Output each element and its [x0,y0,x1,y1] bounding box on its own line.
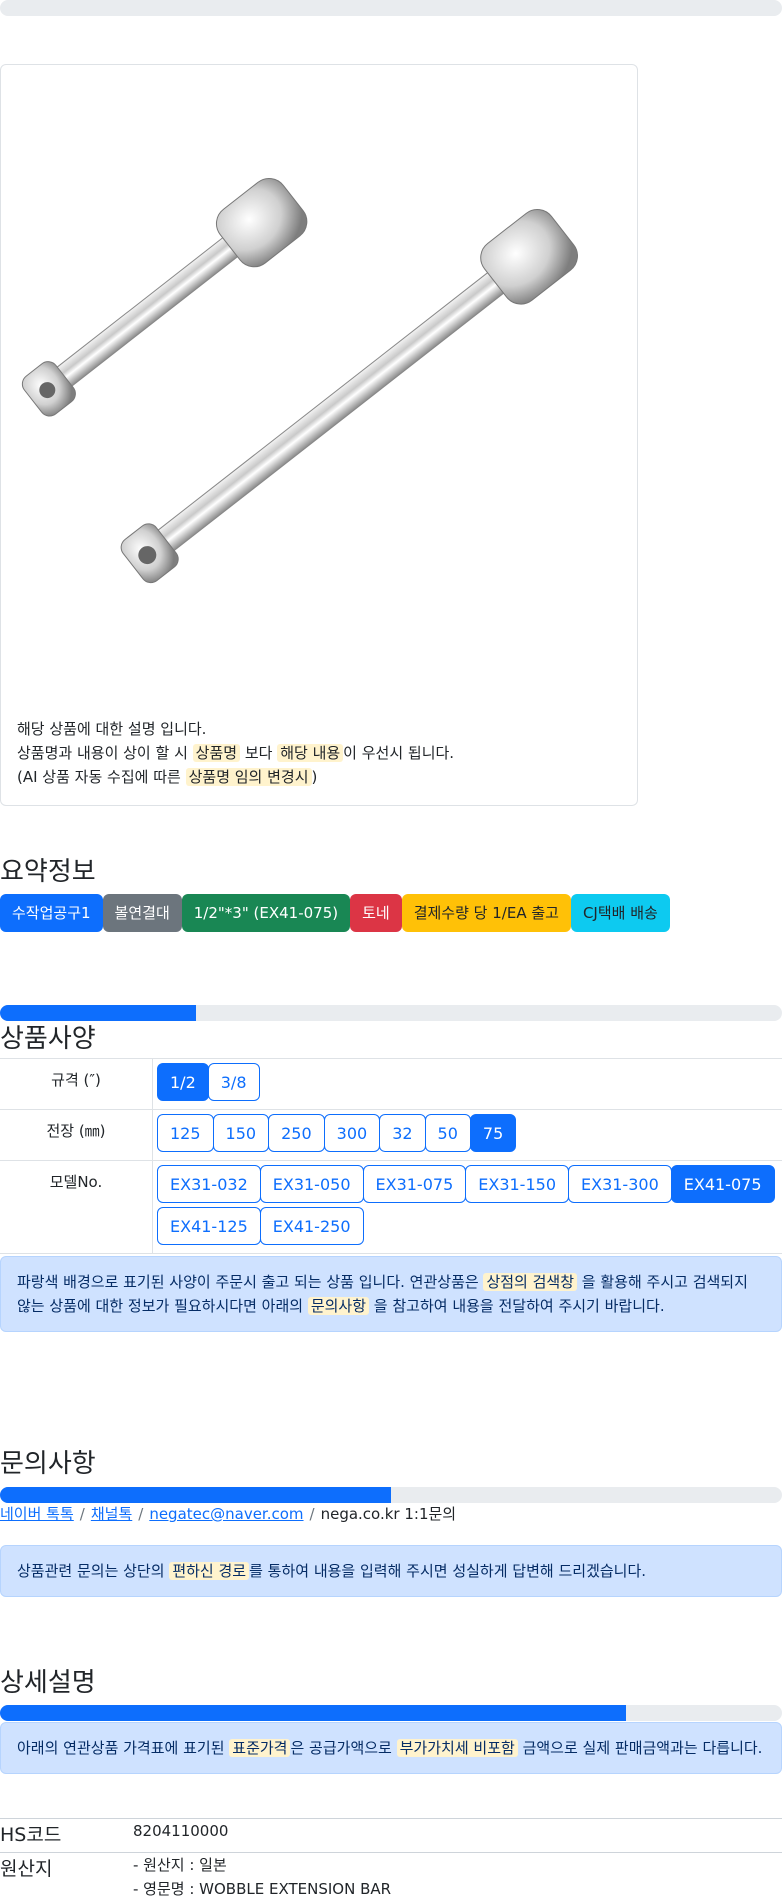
spec-row: 규격 (″) 1/2 3/8 [0,1058,782,1110]
detail-progress [0,1705,782,1721]
origin-country: - 원산지 : 일본 [133,1856,227,1874]
spec-title: 상품사양 [0,1024,96,1054]
spec-option-button[interactable]: EX31-050 [259,1165,364,1203]
spec-option-button[interactable]: 3/8 [207,1063,260,1101]
spec-label: 규격 (″) [0,1058,153,1110]
hs-code-value: 8204110000 [133,1822,229,1840]
origin-english-name: - 영문명 : WOBBLE EXTENSION BAR [133,1880,392,1898]
price-notice: 아래의 연관상품 가격표에 표기된 표준가격 은 공급가액으로 부가가치세 비포함… [0,1722,782,1774]
email-link[interactable]: negatec@naver.com [149,1505,303,1523]
top-progress-bar [0,0,782,16]
product-notice: 해당 상품에 대한 설명 입니다. 상품명과 내용이 상이 할 시 상품명 보다… [17,717,454,789]
spec-option-button[interactable]: EX31-300 [568,1165,672,1203]
spec-option-button[interactable]: EX31-150 [465,1165,569,1203]
hs-code-label: HS코드 [0,1824,62,1846]
summary-badge: CJ택배 배송 [570,894,670,932]
spec-table: 규격 (″) 1/2 3/8 전장 (㎜) 125 150 250 300 32 50 75 모델No… [0,1058,782,1254]
spec-progress [0,1005,782,1021]
detail-title: 상세설명 [0,1668,96,1698]
spec-option-button[interactable]: 125 [157,1114,214,1152]
product-image [21,177,578,584]
spec-option-button[interactable]: 75 [469,1114,517,1152]
summary-badges: 수작업공구1 볼연결대 1/2"*3" (EX41-075) 토네 결제수량 당 1/E… [0,894,670,932]
spec-option-button[interactable]: 300 [323,1114,381,1152]
channel-talk-link[interactable]: 채널톡 [91,1505,132,1523]
spec-option-button[interactable]: 1/2 [157,1063,209,1101]
origin-label: 원산지 [0,1858,53,1880]
spec-label: 모델No. [0,1160,153,1254]
spec-options: 1/2 3/8 [152,1058,782,1110]
spec-option-button[interactable]: 250 [268,1114,325,1152]
inquiry-notice: 상품관련 문의는 상단의 편하신 경로 를 통하여 내용을 입력해 주시면 성실하… [0,1545,782,1597]
spec-option-button[interactable]: 50 [424,1114,471,1152]
spec-option-button[interactable]: 150 [212,1114,270,1152]
inquiry-progress [0,1487,782,1503]
spec-row: 전장 (㎜) 125 150 250 300 32 50 75 [0,1109,782,1161]
spec-options: EX31-032 EX31-050 EX31-075 EX31-150 EX31-300… [152,1160,782,1254]
summary-badge: 결제수량 당 1/EA 출고 [401,894,571,932]
spec-option-button[interactable]: EX31-032 [157,1165,261,1203]
summary-badge: 볼연결대 [102,894,182,932]
spec-option-button[interactable]: EX31-075 [362,1165,467,1203]
spec-label: 전장 (㎜) [0,1109,153,1161]
spec-row: 모델No. EX31-032 EX31-050 EX31-075 EX31-150 EX3… [0,1160,782,1254]
divider [0,1818,782,1819]
notice-line-2: 상품명과 내용이 상이 할 시 상품명 보다 해당 내용 이 우선시 됩니다. [17,744,455,762]
summary-badge: 1/2"*3" (EX41-075) [181,894,351,932]
contact-links: 네이버 톡톡 / 채널톡 / negatec@naver.com / nega.co.kr … [0,1505,457,1523]
inquiry-title: 문의사항 [0,1449,96,1479]
spec-option-button[interactable]: EX41-250 [259,1207,364,1245]
spec-options: 125 150 250 300 32 50 75 [152,1109,782,1161]
summary-badge: 토네 [350,894,402,932]
one-to-one-inquiry: nega.co.kr 1:1문의 [320,1505,457,1523]
notice-line-3: (AI 상품 자동 수집에 따른 상품명 임의 변경시) [17,768,318,786]
spec-notice: 파랑색 배경으로 표기된 사양이 주문시 출고 되는 상품 입니다. 연관상품은… [0,1256,782,1332]
origin-values: - 원산지 : 일본 - 영문명 : WOBBLE EXTENSION BAR [133,1853,391,1901]
spec-option-button[interactable]: 32 [379,1114,426,1152]
notice-line-1: 해당 상품에 대한 설명 입니다. [17,720,207,738]
spec-option-button[interactable]: EX41-125 [157,1207,261,1245]
summary-title: 요약정보 [0,857,96,887]
spec-option-button[interactable]: EX41-075 [670,1165,775,1203]
product-card: 해당 상품에 대한 설명 입니다. 상품명과 내용이 상이 할 시 상품명 보다… [0,64,638,806]
summary-badge: 수작업공구1 [0,894,103,932]
naver-talktalk-link[interactable]: 네이버 톡톡 [0,1505,74,1523]
